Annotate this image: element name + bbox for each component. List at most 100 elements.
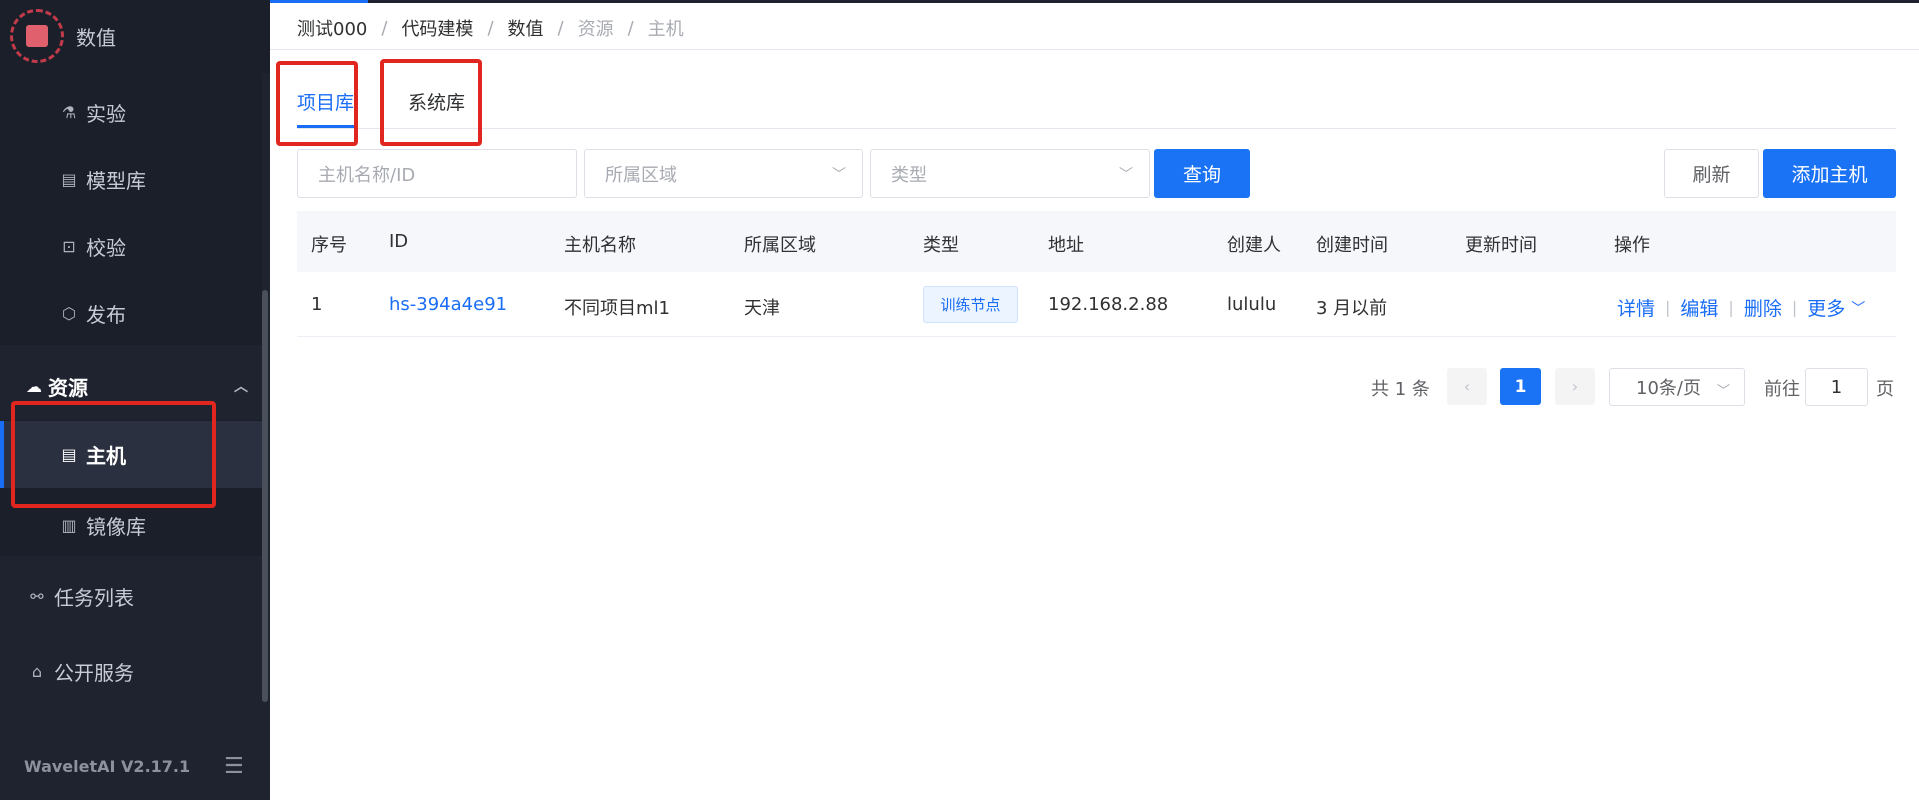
refresh-button[interactable]: 刷新: [1664, 149, 1759, 198]
app-title: 数值: [76, 26, 116, 50]
chevron-down-icon[interactable]: ﹀: [1851, 298, 1865, 318]
sidebar-item-model-library[interactable]: ▤ 模型库: [0, 146, 262, 212]
next-page-button[interactable]: ›: [1555, 368, 1595, 405]
breadcrumb-separator: /: [627, 17, 634, 39]
add-host-button[interactable]: 添加主机: [1763, 149, 1896, 198]
image-registry-icon: ▥: [61, 515, 77, 535]
column-header: 地址: [1048, 235, 1084, 256]
goto-suffix: 页: [1876, 379, 1894, 400]
sidebar-item-task-list[interactable]: ⚯ 任务列表: [0, 563, 262, 629]
tabs-divider: [297, 128, 1896, 129]
sidebar-item-label: 模型库: [86, 168, 146, 193]
breadcrumb-item[interactable]: 测试000: [297, 15, 367, 41]
annotation-box-system-tab: [380, 59, 482, 146]
sidebar-group-label: 资源: [48, 375, 88, 400]
column-header: 更新时间: [1465, 235, 1537, 256]
sidebar-item-validate[interactable]: ⊡ 校验: [0, 213, 262, 279]
breadcrumb-separator: /: [487, 17, 494, 39]
logo-mark: [26, 25, 48, 47]
experiment-icon: ⚗: [61, 102, 77, 122]
app-logo[interactable]: [10, 9, 64, 63]
cell-address: 192.168.2.88: [1048, 294, 1169, 315]
breadcrumb: 测试000 / 代码建模 / 数值 / 资源 / 主机: [297, 15, 684, 41]
delete-link[interactable]: 删除: [1744, 294, 1782, 321]
page-size-select[interactable]: 10条/页 ﹀: [1609, 368, 1745, 406]
goto-page-input[interactable]: [1805, 368, 1868, 406]
version-label: WaveletAI V2.17.1: [24, 757, 191, 776]
input-placeholder: 主机名称/ID: [318, 164, 416, 186]
validate-icon: ⊡: [62, 236, 76, 256]
cell-host-id-link[interactable]: hs-394a4e91: [389, 294, 507, 315]
action-separator: |: [1665, 298, 1671, 317]
sidebar-item-label: 实验: [86, 101, 126, 126]
chevron-up-icon: ︿: [234, 379, 248, 395]
action-separator: |: [1728, 298, 1734, 317]
cell-host-name: 不同项目ml1: [564, 298, 670, 319]
breadcrumb-item[interactable]: 数值: [508, 15, 544, 41]
sidebar-item-label: 任务列表: [54, 585, 134, 610]
cloud-icon: ☁: [26, 376, 42, 396]
prev-page-button[interactable]: ‹: [1447, 368, 1487, 405]
detail-link[interactable]: 详情: [1617, 294, 1655, 321]
chevron-right-icon: ›: [1571, 377, 1579, 396]
task-list-icon: ⚯: [30, 586, 44, 606]
breadcrumb-separator: /: [557, 17, 564, 39]
annotation-box-project-tab: [276, 61, 358, 146]
more-dropdown[interactable]: 更多: [1807, 294, 1845, 321]
sidebar: 数值 ⚗ 实验 ▤ 模型库 ⊡ 校验 ⬡ 发布 ☁ 资源 ︿ ▤ 主机 ▥ 镜像…: [0, 0, 270, 800]
model-library-icon: ▤: [61, 169, 77, 189]
sidebar-item-label: 校验: [86, 235, 126, 260]
select-placeholder: 所属区域: [605, 164, 677, 186]
column-header: 操作: [1614, 235, 1650, 256]
page-number-current[interactable]: 1: [1500, 368, 1541, 405]
chevron-down-icon: ﹀: [1119, 167, 1133, 183]
table-header: [297, 211, 1896, 272]
sidebar-item-label: 镜像库: [86, 514, 146, 539]
cell-index: 1: [311, 294, 323, 315]
cell-created-time: 3 月以前: [1316, 298, 1388, 319]
edit-link[interactable]: 编辑: [1680, 294, 1718, 321]
row-actions: 详情 | 编辑 | 删除 | 更多 ﹀: [1617, 294, 1865, 321]
breadcrumb-current: 主机: [647, 19, 684, 40]
action-separator: |: [1791, 298, 1798, 317]
column-header: 主机名称: [564, 235, 636, 256]
publish-icon: ⬡: [62, 303, 76, 323]
page-size-value: 10条/页: [1636, 378, 1701, 399]
breadcrumb-item[interactable]: 代码建模: [401, 15, 473, 41]
column-header: 所属区域: [744, 235, 816, 256]
column-header: 创建时间: [1316, 235, 1388, 256]
chevron-down-icon: ﹀: [1716, 384, 1730, 399]
type-tag: 训练节点: [923, 286, 1018, 323]
column-header: 类型: [923, 235, 959, 256]
select-placeholder: 类型: [891, 164, 927, 186]
top-accent-bar: [270, 0, 368, 3]
sidebar-item-label: 发布: [86, 302, 126, 327]
query-button[interactable]: 查询: [1154, 149, 1250, 198]
annotation-box-host-item: [11, 401, 216, 508]
cell-region: 天津: [744, 298, 780, 319]
chevron-down-icon: ﹀: [832, 167, 846, 183]
pagination-total: 共 1 条: [1371, 379, 1430, 400]
public-service-icon: ⌂: [31, 661, 43, 681]
chevron-left-icon: ‹: [1463, 377, 1471, 396]
top-border: [270, 0, 1919, 3]
goto-prefix: 前往: [1764, 379, 1800, 400]
column-header: 序号: [311, 235, 347, 256]
column-header: 创建人: [1227, 235, 1281, 256]
host-name-search-input[interactable]: 主机名称/ID: [297, 149, 577, 198]
sidebar-item-experiment[interactable]: ⚗ 实验: [0, 79, 262, 145]
breadcrumb-item: 资源: [577, 19, 614, 40]
type-select[interactable]: 类型 ﹀: [870, 149, 1150, 198]
sidebar-header: 数值: [0, 0, 270, 73]
column-header: ID: [389, 231, 409, 252]
row-divider: [297, 336, 1896, 337]
sidebar-item-public-service[interactable]: ⌂ 公开服务: [0, 638, 262, 704]
collapse-sidebar-icon[interactable]: ☰: [224, 754, 244, 779]
sidebar-item-label: 公开服务: [54, 660, 134, 685]
sidebar-item-publish[interactable]: ⬡ 发布: [0, 280, 262, 346]
region-select[interactable]: 所属区域 ﹀: [584, 149, 863, 198]
sidebar-scrollbar[interactable]: [262, 290, 268, 702]
breadcrumb-separator: /: [381, 17, 388, 39]
header-divider: [270, 49, 1919, 50]
cell-creator: lululu: [1227, 294, 1277, 315]
